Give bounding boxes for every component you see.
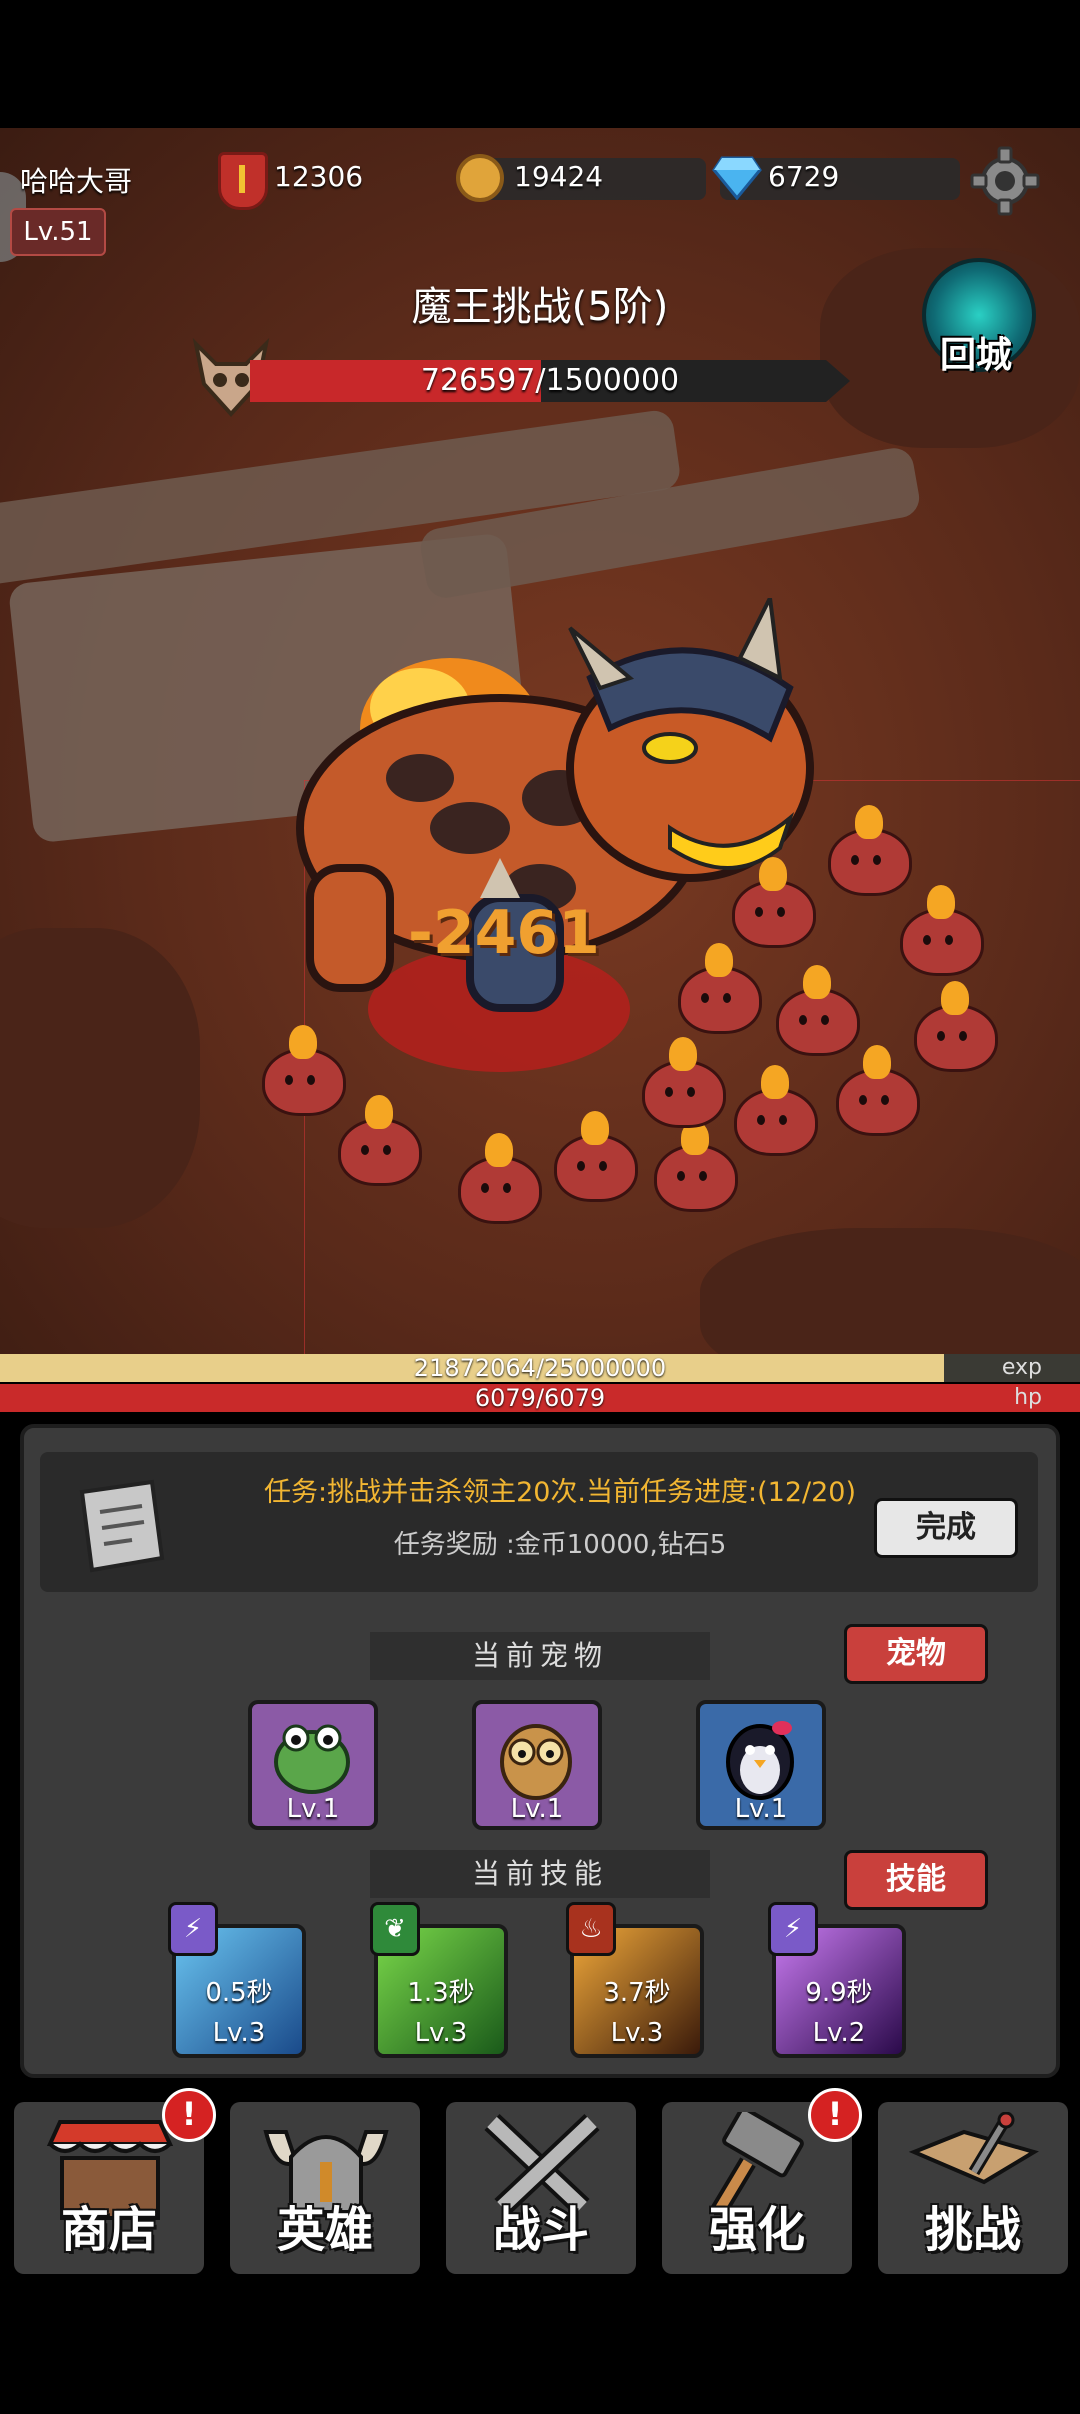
power-value: 12306	[274, 160, 364, 193]
current-skills-label: 当前技能	[370, 1850, 710, 1898]
lightning-element-icon: ⚡	[768, 1902, 818, 1956]
skill-cooldown: 3.7秒	[603, 1978, 671, 2008]
skill-level: Lv.3	[610, 2018, 664, 2048]
return-town-button[interactable]: 回城	[918, 326, 1034, 378]
current-pets-label: 当前宠物	[370, 1632, 710, 1680]
gold-value: 19424	[514, 160, 604, 193]
fire-slime[interactable]	[262, 1025, 346, 1116]
hp-tag: hp	[1014, 1385, 1042, 1410]
nav-label: 英雄	[276, 2202, 373, 2258]
owl-pet-icon	[500, 1724, 572, 1800]
fire-element-icon: ♨	[566, 1902, 616, 1956]
damage-number: -2461	[408, 898, 600, 968]
sword-shield-icon	[218, 152, 268, 210]
exp-tag: exp	[1001, 1355, 1042, 1380]
pet-slot-penguin[interactable]: Lv.1	[696, 1700, 826, 1830]
fire-slime[interactable]	[734, 1065, 818, 1156]
fire-slime[interactable]	[458, 1133, 542, 1224]
pet-slot-owl[interactable]: Lv.1	[472, 1700, 602, 1830]
nav-battle[interactable]: 战斗	[446, 2102, 636, 2274]
fire-slime[interactable]	[642, 1037, 726, 1128]
boss-challenge-title: 魔王挑战(5阶)	[411, 284, 669, 330]
exp-text: 21872064/25000000	[413, 1354, 667, 1382]
skill-level: Lv.3	[414, 2018, 468, 2048]
lightning-element-icon: ⚡	[168, 1902, 218, 1956]
skill-cooldown: 9.9秒	[805, 1978, 873, 2008]
fire-slime[interactable]	[554, 1111, 638, 1202]
fire-slime[interactable]	[678, 943, 762, 1034]
quest-reward: 任务奖励 :金币10000,钻石5	[393, 1530, 727, 1560]
nav-label: 强化	[708, 2202, 805, 2258]
rock	[0, 928, 200, 1228]
skills-button[interactable]: 技能	[844, 1850, 988, 1910]
skill-cooldown: 0.5秒	[205, 1978, 273, 2008]
upgrade-notification-badge: !	[808, 2088, 862, 2142]
nav-label: 挑战	[924, 2202, 1021, 2258]
pet-slot-frog[interactable]: Lv.1	[248, 1700, 378, 1830]
boss-hp-text: 726597/1500000	[420, 363, 680, 398]
shop-notification-badge: !	[162, 2088, 216, 2142]
complete-quest-button[interactable]: 完成	[874, 1498, 1018, 1558]
frog-pet-icon	[274, 1724, 350, 1794]
gold-coin-icon	[456, 154, 504, 202]
fire-slime[interactable]	[828, 805, 912, 896]
pet-level: Lv.1	[510, 1794, 564, 1824]
pet-level: Lv.1	[734, 1794, 788, 1824]
player-name: 哈哈大哥	[20, 165, 133, 198]
diamond-value: 6729	[768, 160, 840, 193]
player-level-badge: Lv.51	[10, 208, 106, 256]
nav-challenge[interactable]: 挑战	[878, 2102, 1068, 2274]
fire-slime[interactable]	[776, 965, 860, 1056]
player-hp-text: 6079/6079	[474, 1384, 606, 1412]
skill-level: Lv.2	[812, 2018, 866, 2048]
penguin-pet-icon	[726, 1721, 794, 1800]
scroll-icon	[79, 1479, 165, 1573]
fire-slime[interactable]	[338, 1095, 422, 1186]
fire-slime[interactable]	[654, 1121, 738, 1212]
fire-slime[interactable]	[900, 885, 984, 976]
settings-gear-icon[interactable]	[970, 146, 1040, 216]
pets-button[interactable]: 宠物	[844, 1624, 988, 1684]
fire-slime[interactable]	[914, 981, 998, 1072]
skill-cooldown: 1.3秒	[407, 1978, 475, 2008]
pet-level: Lv.1	[286, 1794, 340, 1824]
leaf-element-icon: ❦	[370, 1902, 420, 1956]
diamond-icon	[712, 156, 762, 200]
nav-hero[interactable]: 英雄	[230, 2102, 420, 2274]
rock	[700, 1228, 1080, 1356]
fire-slime[interactable]	[836, 1045, 920, 1136]
nav-label: 商店	[60, 2202, 157, 2258]
nav-label: 战斗	[492, 2202, 589, 2258]
quest-description: 任务:挑战并击杀领主20次.当前任务进度:(12/20)	[263, 1477, 856, 1508]
fire-slime[interactable]	[732, 857, 816, 948]
skill-level: Lv.3	[212, 2018, 266, 2048]
